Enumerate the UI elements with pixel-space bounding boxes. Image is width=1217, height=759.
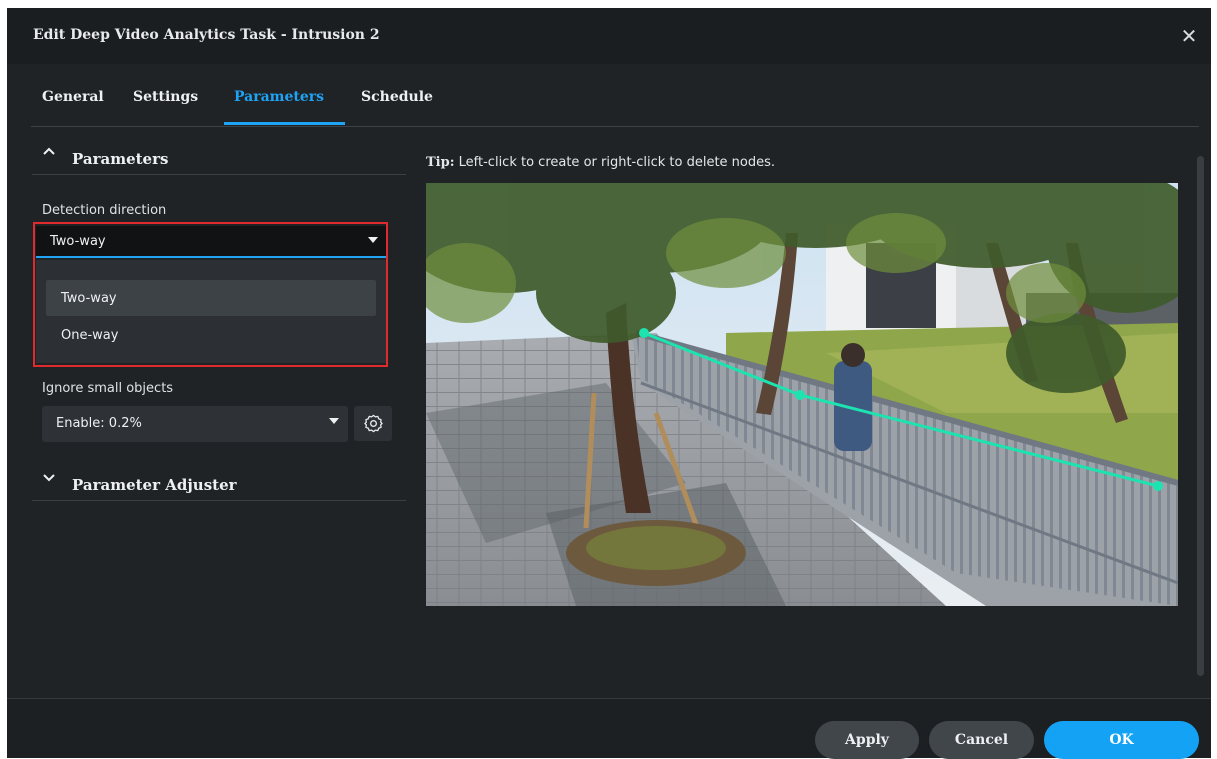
- ignore-small-objects-label: Ignore small objects: [42, 381, 174, 396]
- tip-body: Left-click to create or right-click to d…: [458, 155, 776, 170]
- parameter-adjuster-title: Parameter Adjuster: [72, 476, 237, 494]
- tip-prefix: Tip:: [426, 155, 455, 170]
- tip-text: Tip: Left-click to create or right-click…: [426, 155, 775, 170]
- ignore-small-objects-select[interactable]: Enable: 0.2%: [42, 406, 348, 442]
- detection-direction-value: Two-way: [50, 234, 106, 249]
- detection-direction-select[interactable]: Two-way: [36, 226, 386, 258]
- menu-option-label: Two-way: [61, 291, 117, 306]
- camera-preview[interactable]: [426, 183, 1178, 606]
- tab-general[interactable]: General: [42, 89, 104, 125]
- close-icon[interactable]: ✕: [1177, 24, 1201, 48]
- tab-settings[interactable]: Settings: [133, 89, 198, 125]
- active-tab-indicator: [224, 122, 345, 125]
- scrollbar[interactable]: [1197, 156, 1204, 676]
- parameter-adjuster-section-header[interactable]: Parameter Adjuster: [32, 466, 406, 501]
- dialog-footer: Apply Cancel OK: [7, 698, 1211, 759]
- dialog-titlebar: Edit Deep Video Analytics Task - Intrusi…: [7, 8, 1211, 64]
- cancel-button[interactable]: Cancel: [929, 721, 1034, 759]
- menu-option-two-way[interactable]: Two-way: [46, 280, 376, 316]
- tab-bar: General Settings Parameters Schedule: [31, 64, 1199, 127]
- menu-option-label: One-way: [61, 328, 119, 343]
- ok-button[interactable]: OK: [1044, 721, 1199, 759]
- tab-schedule[interactable]: Schedule: [361, 89, 433, 125]
- chevron-down-icon: [42, 470, 56, 488]
- dialog-title: Edit Deep Video Analytics Task - Intrusi…: [33, 27, 380, 43]
- tab-parameters[interactable]: Parameters: [234, 89, 324, 125]
- menu-option-one-way[interactable]: One-way: [46, 317, 376, 353]
- parameters-section-header[interactable]: Parameters: [32, 140, 406, 175]
- detection-direction-menu: Two-way One-way: [36, 260, 386, 363]
- parameters-section-title: Parameters: [72, 150, 169, 168]
- caret-down-icon: [329, 416, 339, 427]
- apply-button[interactable]: Apply: [815, 721, 919, 759]
- detection-direction-label: Detection direction: [42, 203, 167, 218]
- advanced-settings-button[interactable]: [354, 406, 392, 441]
- chevron-up-icon: [42, 144, 56, 162]
- caret-down-icon: [368, 235, 378, 246]
- ignore-small-objects-value: Enable: 0.2%: [56, 416, 142, 431]
- gear-icon: [364, 414, 383, 437]
